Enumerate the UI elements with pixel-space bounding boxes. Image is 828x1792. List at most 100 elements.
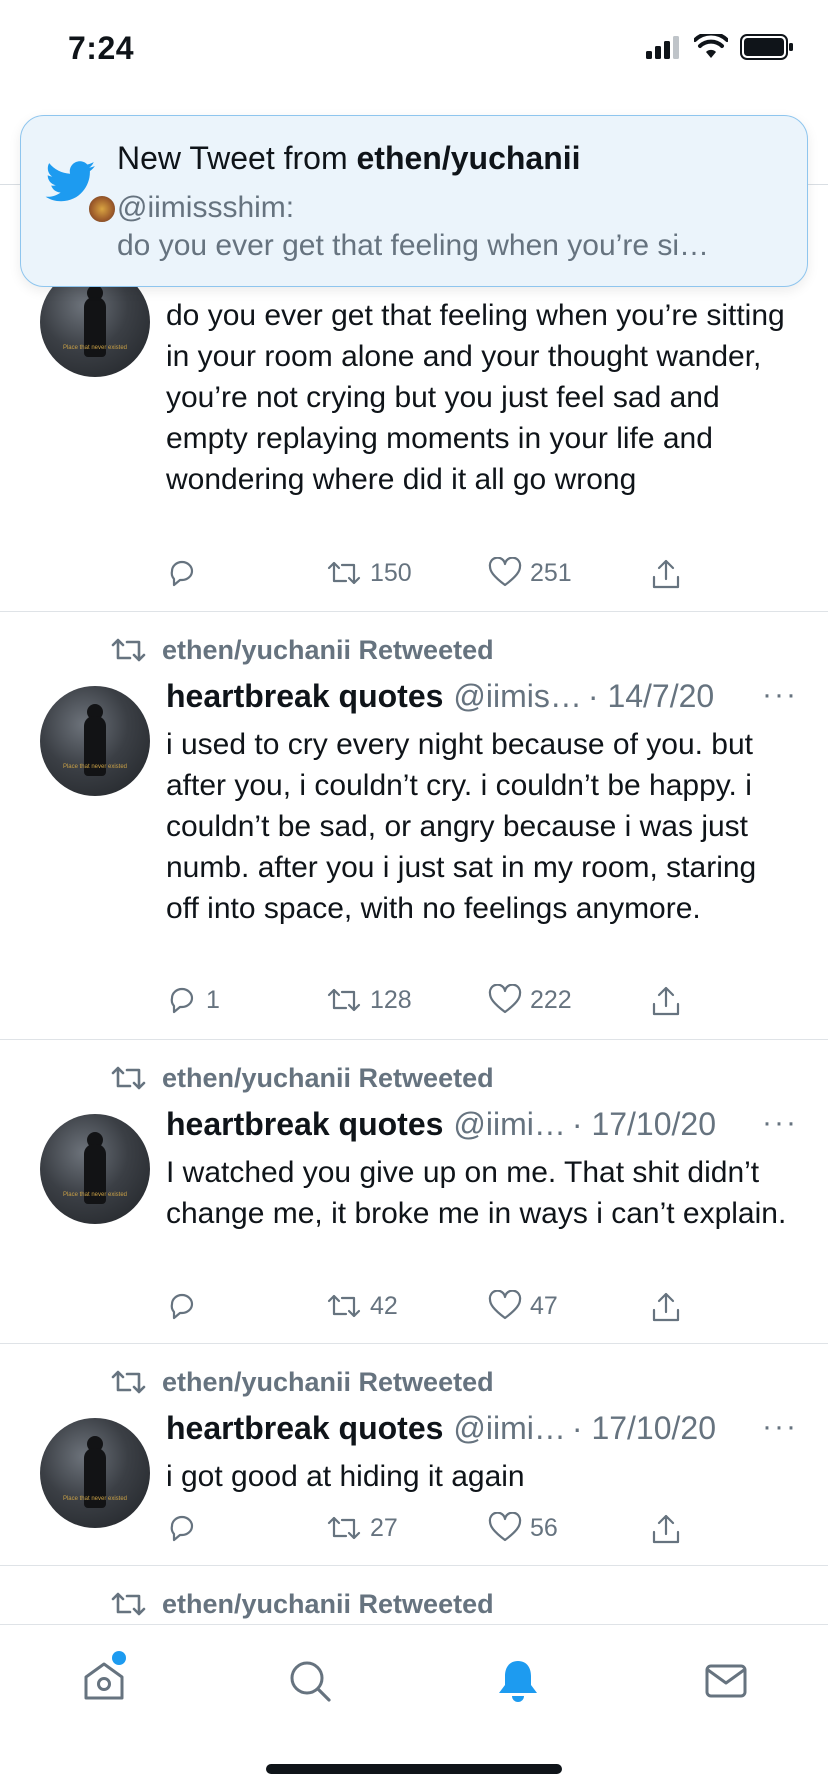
new-tweet-notification[interactable]: New Tweet from ethen/yuchanii @iimissshi… bbox=[20, 115, 808, 287]
retweet-icon bbox=[327, 1294, 361, 1318]
reply-button[interactable] bbox=[166, 557, 206, 589]
tweet[interactable]: ethen/yuchanii Retweeted bbox=[0, 1566, 828, 1624]
tweet-actions: 1 128 222 bbox=[166, 984, 706, 1024]
tweet-text: do you ever get that feeling when you’re… bbox=[166, 299, 785, 496]
author-handle: @iimi… bbox=[453, 1106, 566, 1142]
retweet-button[interactable]: 128 bbox=[326, 984, 412, 1016]
retweeted-by-label[interactable]: ethen/yuchanii Retweeted bbox=[162, 1367, 494, 1398]
reply-icon bbox=[170, 1515, 194, 1542]
tweet-actions: 42 47 bbox=[166, 1290, 706, 1330]
more-options-button[interactable]: ··· bbox=[762, 1106, 798, 1140]
share-button[interactable] bbox=[650, 1512, 682, 1546]
notification-handle: @iimissshim: bbox=[117, 191, 295, 224]
heart-icon bbox=[488, 1290, 522, 1320]
retweet-button[interactable]: 27 bbox=[326, 1512, 398, 1544]
tab-messages[interactable] bbox=[702, 1657, 752, 1707]
new-content-dot bbox=[112, 1651, 126, 1665]
avatar-caption: Place that never existed bbox=[62, 1496, 128, 1502]
mail-icon bbox=[705, 1664, 747, 1698]
retweet-count: 42 bbox=[370, 1291, 398, 1320]
reply-button[interactable] bbox=[166, 1512, 206, 1544]
bell-icon bbox=[499, 1661, 537, 1702]
retweet-indicator: ethen/yuchanii Retweeted bbox=[110, 1588, 494, 1620]
reply-button[interactable]: 1 bbox=[166, 984, 220, 1016]
like-button[interactable]: 56 bbox=[488, 1512, 558, 1544]
like-button[interactable]: 47 bbox=[488, 1290, 558, 1322]
retweeted-by-label[interactable]: ethen/yuchanii Retweeted bbox=[162, 635, 494, 666]
like-count: 56 bbox=[530, 1513, 558, 1542]
like-button[interactable]: 222 bbox=[488, 984, 572, 1016]
retweet-count: 150 bbox=[370, 558, 412, 587]
like-count: 251 bbox=[530, 558, 572, 587]
reply-icon bbox=[170, 560, 194, 587]
tweet[interactable]: ethen/yuchanii Retweeted Place that neve… bbox=[0, 1040, 828, 1344]
tweet-text: i got good at hiding it again bbox=[166, 1460, 525, 1493]
avatar-caption: Place that never existed bbox=[62, 764, 128, 770]
tweet-date[interactable]: · 14/7/20 bbox=[588, 678, 714, 715]
more-options-button[interactable]: ··· bbox=[762, 1410, 798, 1444]
tweet-date[interactable]: · 17/10/20 bbox=[572, 1410, 716, 1447]
tweet-text: I watched you give up on me. That shit d… bbox=[166, 1156, 787, 1230]
avatar-caption: Place that never existed bbox=[62, 345, 128, 351]
retweet-indicator: ethen/yuchanii Retweeted bbox=[110, 634, 494, 666]
tab-search[interactable] bbox=[286, 1657, 336, 1707]
share-icon bbox=[652, 1514, 680, 1544]
like-count: 222 bbox=[530, 985, 572, 1014]
tweet[interactable]: ethen/yuchanii Retweeted Place that neve… bbox=[0, 612, 828, 1040]
retweet-count: 27 bbox=[370, 1513, 398, 1542]
reply-icon bbox=[170, 1293, 194, 1320]
notification-sender: ethen/yuchanii bbox=[356, 140, 581, 176]
like-button[interactable]: 251 bbox=[488, 557, 572, 589]
retweet-icon bbox=[327, 1516, 361, 1540]
tweet-header: heartbreak quotes @iimis… · 14/7/20 ··· bbox=[166, 678, 798, 715]
retweet-icon bbox=[111, 1066, 146, 1090]
avatar[interactable]: Place that never existed bbox=[40, 686, 150, 796]
share-button[interactable] bbox=[650, 1290, 682, 1324]
retweet-indicator: ethen/yuchanii Retweeted bbox=[110, 1366, 494, 1398]
tab-notifications[interactable] bbox=[494, 1657, 544, 1707]
retweet-icon bbox=[327, 988, 361, 1012]
reply-button[interactable] bbox=[166, 1290, 206, 1322]
tweet[interactable]: ethen/yuchanii Retweeted Place that neve… bbox=[0, 1344, 828, 1566]
more-options-button[interactable]: ··· bbox=[762, 678, 798, 712]
share-icon bbox=[652, 1292, 680, 1322]
share-button[interactable] bbox=[650, 557, 682, 591]
retweeted-by-label[interactable]: ethen/yuchanii Retweeted bbox=[162, 1063, 494, 1094]
share-icon bbox=[652, 559, 680, 589]
author-handle: @iimi… bbox=[453, 1410, 566, 1446]
retweet-icon bbox=[327, 561, 361, 585]
share-button[interactable] bbox=[650, 984, 682, 1018]
avatar[interactable]: Place that never existed bbox=[40, 1114, 150, 1224]
retweeted-by-label[interactable]: ethen/yuchanii Retweeted bbox=[162, 1589, 494, 1620]
notification-title: New Tweet from ethen/yuchanii bbox=[117, 140, 581, 177]
bird-icon bbox=[45, 161, 95, 202]
sender-avatar bbox=[87, 194, 117, 224]
avatar[interactable]: Place that never existed bbox=[40, 1418, 150, 1528]
share-icon bbox=[652, 986, 680, 1016]
tweet-date[interactable]: · 17/10/20 bbox=[572, 1106, 716, 1143]
heart-icon bbox=[488, 984, 522, 1014]
tweet-header: heartbreak quotes @iimi… · 17/10/20 ··· bbox=[166, 1106, 798, 1143]
like-count: 47 bbox=[530, 1291, 558, 1320]
reply-icon bbox=[170, 987, 194, 1014]
retweet-count: 128 bbox=[370, 985, 412, 1014]
twitter-app-icon bbox=[45, 160, 125, 240]
home-indicator[interactable] bbox=[266, 1764, 562, 1774]
retweet-icon bbox=[111, 1370, 146, 1394]
avatar-caption: Place that never existed bbox=[62, 1192, 128, 1198]
retweet-icon bbox=[111, 638, 146, 662]
retweet-icon bbox=[111, 1592, 146, 1616]
heart-icon bbox=[488, 1512, 522, 1542]
notification-title-prefix: New Tweet from bbox=[117, 140, 357, 176]
search-icon bbox=[290, 1661, 331, 1702]
tweet-header: heartbreak quotes @iimi… · 17/10/20 ··· bbox=[166, 1410, 798, 1447]
author-name[interactable]: heartbreak quotes bbox=[166, 1410, 443, 1447]
tab-home[interactable] bbox=[80, 1651, 130, 1707]
retweet-indicator: ethen/yuchanii Retweeted bbox=[110, 1062, 494, 1094]
author-name[interactable]: heartbreak quotes bbox=[166, 678, 443, 715]
notification-preview: do you ever get that feeling when you’re… bbox=[117, 229, 710, 262]
author-name[interactable]: heartbreak quotes bbox=[166, 1106, 443, 1143]
retweet-button[interactable]: 150 bbox=[326, 557, 412, 589]
retweet-button[interactable]: 42 bbox=[326, 1290, 398, 1322]
tweet-actions: 27 56 bbox=[166, 1512, 706, 1552]
